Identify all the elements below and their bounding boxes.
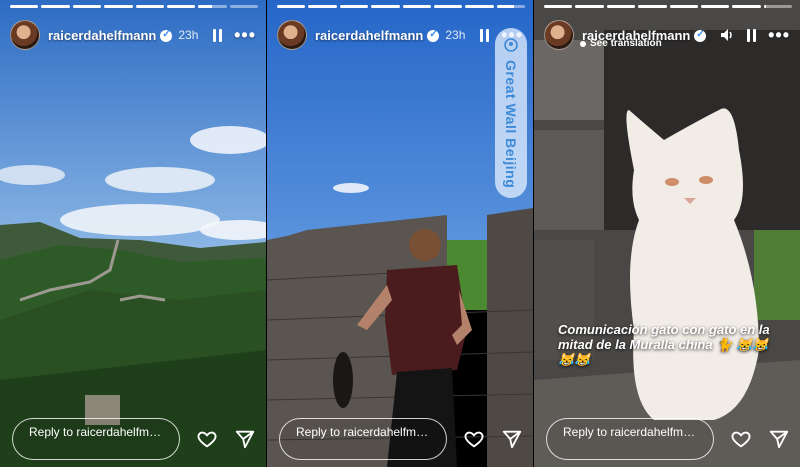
pause-icon[interactable]: [480, 28, 490, 42]
see-translation-label: See translation: [590, 38, 662, 49]
progress-fill: [669, 5, 698, 8]
great-wall-landscape-image: [0, 0, 266, 467]
heart-icon[interactable]: [196, 428, 218, 450]
progress-fill: [371, 5, 400, 8]
more-options-icon[interactable]: •••: [234, 26, 256, 44]
story-progress-bar: [10, 5, 258, 8]
heart-icon[interactable]: [730, 428, 752, 450]
story-timestamp: 23h: [445, 28, 466, 42]
story-panel-1[interactable]: raicerdahelfmann 23h ••• Reply to raicer…: [0, 0, 266, 467]
story-panel-2[interactable]: raicerdahelfmann 23h ••• Great Wall Beij…: [267, 0, 533, 467]
progress-fill: [638, 5, 667, 8]
pause-icon[interactable]: [213, 28, 223, 42]
send-icon[interactable]: [768, 428, 790, 450]
story-header: raicerdahelfmann 23h •••: [10, 20, 256, 50]
see-translation-link[interactable]: See translation: [580, 38, 662, 49]
reply-input[interactable]: Reply to raicerdahelfmann...: [279, 418, 447, 460]
progress-fill: [198, 5, 213, 8]
progress-fill: [732, 5, 761, 8]
location-pin-icon: [504, 38, 518, 52]
progress-fill: [575, 5, 604, 8]
progress-fill: [402, 5, 431, 8]
verified-badge-icon: [694, 29, 707, 42]
progress-fill: [763, 5, 767, 8]
progress-fill: [135, 5, 164, 8]
story-viewer: raicerdahelfmann 23h ••• Reply to raicer…: [0, 0, 800, 467]
pause-icon[interactable]: [747, 28, 757, 42]
location-sticker-text: Great Wall Beijing: [503, 60, 519, 189]
location-sticker[interactable]: Great Wall Beijing: [495, 28, 527, 198]
verified-badge-icon: [160, 29, 173, 42]
story-footer: Reply to raicerdahelfmann...: [279, 417, 523, 461]
progress-fill: [104, 5, 133, 8]
progress-fill: [41, 5, 70, 8]
progress-fill: [308, 5, 337, 8]
progress-fill: [72, 5, 102, 8]
progress-fill: [606, 5, 636, 8]
progress-fill: [544, 5, 573, 8]
reply-input[interactable]: Reply to raicerdahelfmann...: [12, 418, 180, 460]
story-panel-3[interactable]: raicerdahelfmann ••• See translation Com…: [534, 0, 800, 467]
reply-input[interactable]: Reply to raicerdahelfmann...: [546, 418, 714, 460]
story-progress-bar: [544, 5, 792, 8]
story-progress-bar: [277, 5, 525, 8]
white-cat-on-wall-image: [534, 0, 800, 467]
more-options-icon[interactable]: •••: [768, 26, 790, 44]
story-timestamp: 23h: [178, 28, 199, 42]
heart-icon[interactable]: [463, 428, 485, 450]
send-icon[interactable]: [501, 428, 523, 450]
progress-fill: [496, 5, 514, 8]
story-caption: Comunicación gato con gato en la mitad d…: [558, 322, 770, 367]
progress-fill: [700, 5, 730, 8]
translation-dot-icon: [580, 40, 586, 47]
username[interactable]: raicerdahelfmann: [315, 28, 423, 43]
progress-fill: [166, 5, 196, 8]
story-footer: Reply to raicerdahelfmann...: [12, 417, 256, 461]
verified-badge-icon: [427, 29, 440, 42]
man-on-great-wall-image: [267, 0, 533, 467]
story-footer: Reply to raicerdahelfmann...: [546, 417, 790, 461]
send-icon[interactable]: [234, 428, 256, 450]
progress-fill: [10, 5, 39, 8]
progress-fill: [433, 5, 463, 8]
progress-fill: [339, 5, 369, 8]
progress-fill: [465, 5, 494, 8]
speaker-icon[interactable]: [719, 27, 735, 43]
avatar[interactable]: [544, 20, 574, 50]
progress-fill: [277, 5, 306, 8]
avatar[interactable]: [10, 20, 40, 50]
avatar[interactable]: [277, 20, 307, 50]
username[interactable]: raicerdahelfmann: [48, 28, 156, 43]
story-header: raicerdahelfmann 23h •••: [277, 20, 523, 50]
